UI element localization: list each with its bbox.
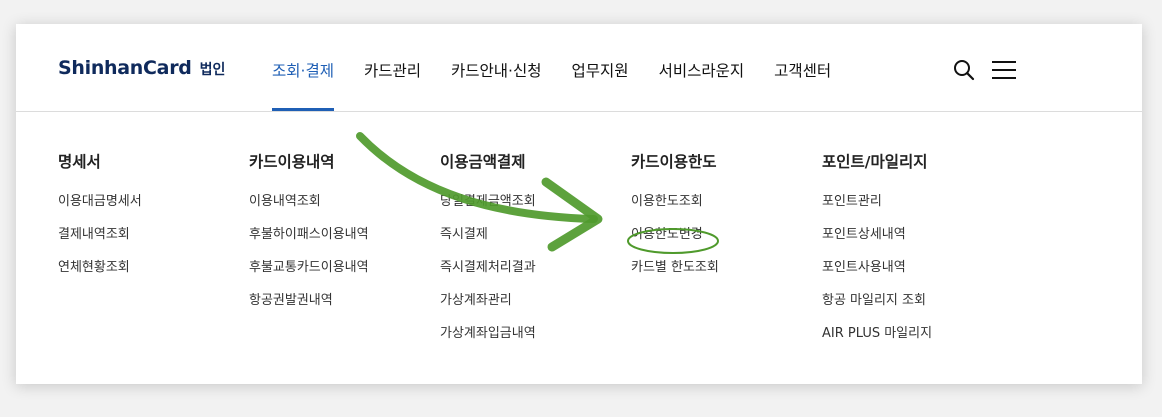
menu-item-limit-change[interactable]: 이용한도변경 — [631, 225, 719, 258]
menu-item[interactable]: 포인트상세내역 — [822, 225, 932, 258]
mega-menu-panel: ShinhanCard 법인 조회·결제 카드관리 카드안내·신청 업무지원 서… — [16, 24, 1142, 384]
submenu-column-points: 포인트/마일리지 포인트관리 포인트상세내역 포인트사용내역 항공 마일리지 조… — [822, 150, 932, 357]
nav-item-customer-center[interactable]: 고객센터 — [774, 24, 831, 111]
logo[interactable]: ShinhanCard 법인 — [58, 57, 225, 79]
menu-icon[interactable] — [990, 58, 1016, 82]
search-icon[interactable] — [952, 58, 976, 82]
menu-item[interactable]: 카드별 한도조회 — [631, 258, 719, 291]
nav-label: 고객센터 — [774, 62, 832, 80]
column-list: 당일결제금액조회 즉시결제 즉시결제처리결과 가상계좌관리 가상계좌입금내역 — [440, 192, 536, 357]
menu-item[interactable]: 가상계좌입금내역 — [440, 324, 536, 357]
column-list: 이용내역조회 후불하이패스이용내역 후불교통카드이용내역 항공권발권내역 — [249, 192, 369, 324]
column-title: 이용금액결제 — [440, 153, 526, 171]
menu-item[interactable]: 연체현황조회 — [58, 258, 142, 291]
column-title: 포인트/마일리지 — [822, 153, 928, 171]
menu-item[interactable]: 즉시결제처리결과 — [440, 258, 536, 291]
nav-item-inquiry-payment[interactable]: 조회·결제 — [272, 24, 334, 111]
menu-item[interactable]: 이용한도조회 — [631, 192, 719, 225]
header: ShinhanCard 법인 조회·결제 카드관리 카드안내·신청 업무지원 서… — [16, 24, 1142, 112]
menu-item[interactable]: 이용내역조회 — [249, 192, 369, 225]
nav-label: 카드안내·신청 — [451, 62, 542, 80]
menu-item[interactable]: 당일결제금액조회 — [440, 192, 536, 225]
menu-item[interactable]: 후불교통카드이용내역 — [249, 258, 369, 291]
menu-item[interactable]: 포인트사용내역 — [822, 258, 932, 291]
column-list: 이용대금명세서 결제내역조회 연체현황조회 — [58, 192, 142, 291]
menu-item[interactable]: AIR PLUS 마일리지 — [822, 324, 932, 357]
submenu-column-payment: 이용금액결제 당일결제금액조회 즉시결제 즉시결제처리결과 가상계좌관리 가상계… — [440, 150, 536, 357]
logo-brand: ShinhanCard — [58, 57, 192, 79]
column-title: 카드이용내역 — [249, 153, 335, 171]
nav-label: 업무지원 — [571, 62, 629, 80]
column-list: 포인트관리 포인트상세내역 포인트사용내역 항공 마일리지 조회 AIR PLU… — [822, 192, 932, 357]
nav-item-service-lounge[interactable]: 서비스라운지 — [659, 24, 745, 111]
menu-item[interactable]: 즉시결제 — [440, 225, 536, 258]
menu-item[interactable]: 후불하이패스이용내역 — [249, 225, 369, 258]
menu-item[interactable]: 포인트관리 — [822, 192, 932, 225]
main-nav: 조회·결제 카드관리 카드안내·신청 업무지원 서비스라운지 고객센터 — [272, 24, 861, 111]
submenu-column-statement: 명세서 이용대금명세서 결제내역조회 연체현황조회 — [58, 150, 142, 291]
nav-label: 조회·결제 — [272, 62, 334, 80]
column-title: 카드이용한도 — [631, 153, 717, 171]
logo-sub: 법인 — [199, 62, 226, 78]
nav-label: 서비스라운지 — [658, 62, 745, 80]
menu-item[interactable]: 항공 마일리지 조회 — [822, 291, 932, 324]
nav-item-business-support[interactable]: 업무지원 — [572, 24, 629, 111]
header-icons — [952, 58, 1016, 82]
nav-item-card-guide-apply[interactable]: 카드안내·신청 — [451, 24, 542, 111]
column-title: 명세서 — [58, 153, 101, 171]
column-list: 이용한도조회 이용한도변경 카드별 한도조회 — [631, 192, 719, 291]
nav-item-card-management[interactable]: 카드관리 — [364, 24, 421, 111]
menu-item[interactable]: 결제내역조회 — [58, 225, 142, 258]
submenu-column-card-usage: 카드이용내역 이용내역조회 후불하이패스이용내역 후불교통카드이용내역 항공권발… — [249, 150, 369, 324]
nav-label: 카드관리 — [363, 62, 422, 80]
menu-item[interactable]: 항공권발권내역 — [249, 291, 369, 324]
menu-item[interactable]: 이용대금명세서 — [58, 192, 142, 225]
submenu-column-card-limit: 카드이용한도 이용한도조회 이용한도변경 카드별 한도조회 — [631, 150, 719, 291]
menu-item[interactable]: 가상계좌관리 — [440, 291, 536, 324]
submenu-columns: 명세서 이용대금명세서 결제내역조회 연체현황조회 카드이용내역 이용내역조회 … — [16, 112, 1142, 382]
